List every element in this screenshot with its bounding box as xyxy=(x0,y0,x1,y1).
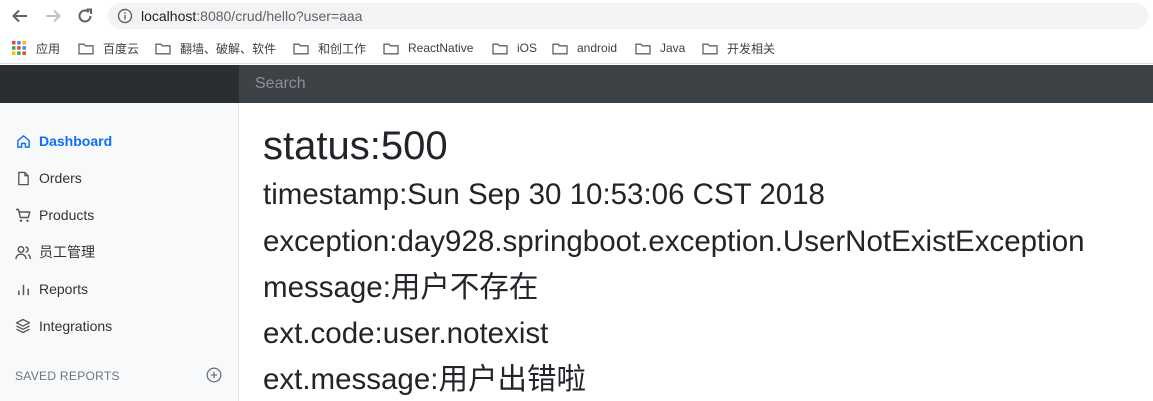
sidebar-item-reports[interactable]: Reports xyxy=(15,279,88,299)
sidebar-item-label: Products xyxy=(39,207,95,223)
sidebar-item-label: Dashboard xyxy=(39,133,113,149)
forward-button[interactable] xyxy=(43,6,63,26)
back-button[interactable] xyxy=(10,6,30,26)
folder-icon xyxy=(702,43,718,54)
bookmark-label: 和创工作 xyxy=(318,41,367,56)
url-text: localhost:8080/crud/hello?user=aaa xyxy=(141,8,362,24)
sidebar-item-dashboard[interactable]: Dashboard xyxy=(15,131,112,151)
bookmark-label: 百度云 xyxy=(103,41,140,56)
bookmark-label: ReactNative xyxy=(408,41,474,55)
layers-icon xyxy=(15,318,31,334)
address-bar[interactable]: localhost:8080/crud/hello?user=aaa xyxy=(108,3,1148,29)
reload-icon xyxy=(78,8,92,23)
bar-chart-icon xyxy=(15,281,31,297)
folder-icon xyxy=(492,43,508,54)
bookmark-label: 翻墙、破解、软件 xyxy=(180,41,277,56)
url-host: localhost xyxy=(141,8,197,24)
folder-icon xyxy=(293,43,309,54)
bookmark-folder[interactable]: 翻墙、破解、软件 xyxy=(155,40,276,56)
sidebar-item-label: Reports xyxy=(39,281,89,297)
navbar-brand-area xyxy=(0,65,239,103)
bookmark-apps[interactable]: 应用 xyxy=(12,40,60,56)
reload-button[interactable] xyxy=(75,6,95,26)
shopping-cart-icon xyxy=(15,207,31,223)
folder-icon xyxy=(383,43,399,54)
error-message: message:用户不存在 xyxy=(263,271,539,304)
bookmark-folder[interactable]: iOS xyxy=(492,40,537,56)
bookmarks-bar: 应用 百度云 翻墙、破解、软件 和创工作 ReactNative iOS and… xyxy=(0,33,1153,64)
search-input[interactable] xyxy=(239,65,1153,103)
sidebar-item-label: 员工管理 xyxy=(39,244,95,260)
apps-grid-icon xyxy=(12,41,26,55)
bookmark-label: iOS xyxy=(517,41,538,55)
bookmark-label: Java xyxy=(660,41,686,55)
users-icon xyxy=(15,244,31,260)
plus-circle-icon xyxy=(206,367,222,383)
sidebar-item-label: Orders xyxy=(39,170,82,186)
error-ext-code: ext.code:user.notexist xyxy=(263,317,549,350)
browser-toolbar: localhost:8080/crud/hello?user=aaa xyxy=(0,0,1153,32)
file-icon xyxy=(15,170,31,186)
sidebar-item-label: Integrations xyxy=(39,318,113,334)
bookmark-folder[interactable]: Java xyxy=(635,40,685,56)
main-content: status:500 timestamp:Sun Sep 30 10:53:06… xyxy=(239,103,1153,401)
home-icon xyxy=(15,133,31,149)
url-path: :8080/crud/hello?user=aaa xyxy=(196,8,363,24)
folder-icon xyxy=(635,43,651,54)
sidebar-item-products[interactable]: Products xyxy=(15,205,94,225)
arrow-left-icon xyxy=(12,9,27,23)
folder-icon xyxy=(155,43,171,54)
sidebar-item-employees[interactable]: 员工管理 xyxy=(15,242,95,262)
sidebar: Dashboard Orders Products 员工管理 Reports I… xyxy=(0,103,239,401)
navbar-search xyxy=(239,65,1153,103)
folder-icon xyxy=(78,43,94,54)
sidebar-item-integrations[interactable]: Integrations xyxy=(15,316,112,336)
bookmark-label: 应用 xyxy=(36,41,61,56)
folder-icon xyxy=(552,43,568,54)
bookmark-folder[interactable]: android xyxy=(552,40,617,56)
arrow-right-icon xyxy=(46,9,61,23)
error-status: status:500 xyxy=(263,124,448,168)
error-timestamp: timestamp:Sun Sep 30 10:53:06 CST 2018 xyxy=(263,178,825,211)
bookmark-folder[interactable]: ReactNative xyxy=(383,40,473,56)
bookmark-label: 开发相关 xyxy=(727,41,776,56)
bookmark-folder[interactable]: 百度云 xyxy=(78,40,139,56)
info-icon xyxy=(117,8,133,24)
error-exception: exception:day928.springboot.exception.Us… xyxy=(263,225,1085,258)
error-ext-message: ext.message:用户出错啦 xyxy=(263,363,586,396)
bookmark-folder[interactable]: 和创工作 xyxy=(293,40,366,56)
saved-reports-heading: SAVED REPORTS xyxy=(15,369,120,383)
add-report-button[interactable] xyxy=(206,367,222,383)
bookmark-folder[interactable]: 开发相关 xyxy=(702,40,775,56)
sidebar-item-orders[interactable]: Orders xyxy=(15,168,82,188)
bookmark-label: android xyxy=(577,41,618,55)
